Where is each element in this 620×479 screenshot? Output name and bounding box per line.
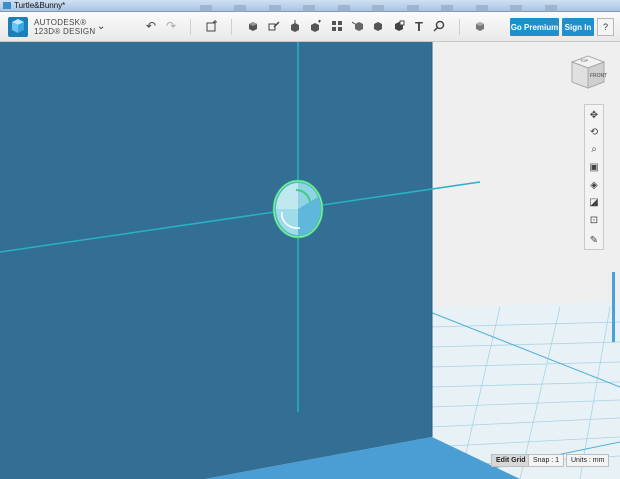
measure-icon[interactable] — [391, 18, 407, 34]
view-cube-front-label: FRONT — [590, 73, 607, 79]
add-primitive-icon[interactable] — [204, 18, 220, 34]
view-cube-top-label: TOP — [580, 58, 588, 63]
navigation-bar: ✥ ⟲ ⌕ ▣ ◈ ◪ ⊡ ✎ — [584, 104, 604, 250]
view-mode-icon[interactable]: ◈ — [587, 178, 601, 192]
brand-product: 123D® DESIGN — [34, 27, 96, 36]
3d-viewport[interactable] — [0, 42, 620, 479]
brand-company: AUTODESK® — [34, 18, 87, 27]
snap-setting[interactable]: Snap : 1 — [528, 454, 565, 467]
snap-icon[interactable] — [431, 18, 447, 34]
materials-icon[interactable] — [472, 18, 488, 34]
construct-icon[interactable] — [287, 18, 303, 34]
window-title: Turtle&Bunny* — [14, 1, 66, 10]
app-logo-icon[interactable] — [8, 17, 28, 37]
units-setting[interactable]: Units : mm — [566, 454, 610, 467]
window-titlebar: Turtle&Bunny* — [0, 0, 620, 14]
hide-show-icon[interactable]: ⊡ — [587, 213, 601, 227]
work-plane[interactable] — [0, 42, 432, 479]
pattern-icon[interactable] — [329, 18, 345, 34]
toolbar-divider — [231, 19, 232, 35]
help-button[interactable]: ? — [597, 18, 614, 36]
chevron-down-icon[interactable]: ⌄ — [97, 21, 105, 32]
zoom-icon[interactable]: ⌕ — [587, 142, 601, 156]
app-icon — [3, 2, 11, 9]
text-icon[interactable]: T — [411, 18, 427, 34]
pan-icon[interactable]: ✥ — [587, 108, 601, 122]
primitives-icon[interactable] — [245, 18, 261, 34]
sign-in-button[interactable]: Sign In — [562, 18, 594, 36]
main-toolbar: AUTODESK® 123D® DESIGN ⌄ ↶ ↷ T Go Premiu… — [0, 12, 620, 42]
group-icon[interactable] — [350, 18, 366, 34]
toolbar-divider — [459, 19, 460, 35]
fit-icon[interactable]: ▣ — [587, 160, 601, 174]
scene[interactable] — [0, 42, 620, 479]
view-cube-icon[interactable]: TOP FRONT — [568, 52, 608, 92]
toolbar-divider — [190, 19, 191, 35]
combine-icon[interactable] — [370, 18, 386, 34]
go-premium-button[interactable]: Go Premium — [510, 18, 559, 36]
perspective-icon[interactable]: ◪ — [587, 195, 601, 209]
taskbar-icons — [200, 1, 575, 14]
redo-icon[interactable]: ↷ — [163, 18, 179, 34]
orbit-icon[interactable]: ⟲ — [587, 125, 601, 139]
materials-outline-icon[interactable]: ✎ — [587, 233, 601, 247]
edit-grid-button[interactable]: Edit Grid — [491, 454, 531, 467]
orbit-gizmo[interactable] — [272, 179, 324, 239]
sketch-icon[interactable] — [266, 18, 282, 34]
scroll-indicator — [612, 272, 615, 342]
undo-icon[interactable]: ↶ — [143, 18, 159, 34]
modify-icon[interactable] — [308, 18, 324, 34]
